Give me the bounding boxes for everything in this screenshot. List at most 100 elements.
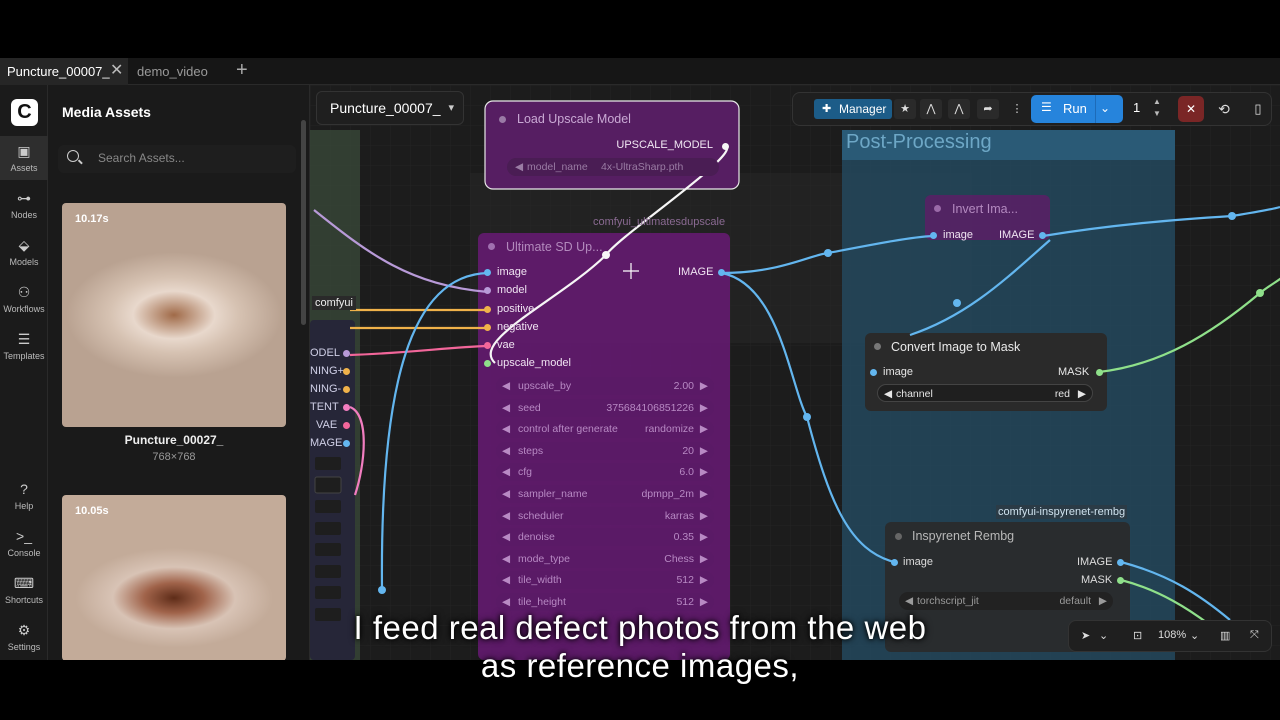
cancel-button[interactable]: ✕: [1178, 96, 1204, 122]
sd-widget-row[interactable]: ◀ control after generate randomize ▶: [496, 420, 714, 439]
batch-stepper[interactable]: ▲ ▼: [1153, 96, 1161, 120]
output-slot[interactable]: [718, 269, 725, 276]
node-collapse-dot[interactable]: [488, 243, 495, 250]
sidebar-item-assets[interactable]: ▣ Assets: [0, 136, 48, 180]
asset-thumbnail[interactable]: [62, 203, 286, 427]
node-collapse-dot[interactable]: [874, 343, 881, 350]
chevron-left-icon[interactable]: ◀: [502, 528, 510, 546]
chevron-right-icon[interactable]: ▶: [700, 528, 708, 546]
sidebar-item-workflows[interactable]: ⚇ Workflows: [0, 277, 48, 321]
sd-widget-row[interactable]: ◀ denoise 0.35 ▶: [496, 528, 714, 547]
chevron-left-icon[interactable]: ◀: [502, 377, 510, 395]
chevron-left-icon[interactable]: ◀: [502, 420, 510, 438]
comfy-logo[interactable]: C: [11, 99, 38, 126]
channel-widget[interactable]: ◀ channel red ▶: [877, 384, 1093, 402]
model-name-widget[interactable]: ◀ model_name 4x-UltraSharp.pth: [507, 158, 719, 176]
output-slot[interactable]: [343, 386, 350, 393]
node-load-upscale-model[interactable]: Load Upscale Model UPSCALE_MODEL ◀ model…: [485, 101, 739, 189]
input-slot[interactable]: [891, 559, 898, 566]
chevron-right-icon[interactable]: ▶: [700, 550, 708, 568]
chevron-left-icon[interactable]: ◀: [502, 550, 510, 568]
sd-widget-row[interactable]: ◀ steps 20 ▶: [496, 441, 714, 460]
chevron-left-icon[interactable]: ◀: [502, 463, 510, 481]
sidebar-item-models[interactable]: ⬙ Models: [0, 230, 48, 274]
input-slot[interactable]: [484, 360, 491, 367]
tab-demo-video[interactable]: demo_video: [130, 58, 208, 85]
sidebar-item-help[interactable]: ? Help: [0, 474, 48, 518]
chevron-right-icon[interactable]: ▶: [1078, 385, 1086, 403]
input-slot[interactable]: [870, 369, 877, 376]
manager-button[interactable]: ✚ Manager: [814, 99, 892, 119]
drag-handle-icon[interactable]: ⋮: [1011, 99, 1023, 119]
queue-alt-icon[interactable]: ⋀: [948, 99, 970, 119]
sd-widget-row[interactable]: ◀ upscale_by 2.00 ▶: [496, 377, 714, 395]
workflow-selector[interactable]: Puncture_00007_ ▾: [316, 91, 464, 125]
chevron-right-icon[interactable]: ▶: [700, 507, 708, 525]
output-slot[interactable]: [343, 422, 350, 429]
chevron-right-icon[interactable]: ▶: [700, 420, 708, 438]
sd-widget-row[interactable]: ◀ seed 375684106851226 ▶: [496, 398, 714, 417]
input-slot[interactable]: [484, 306, 491, 313]
chevron-left-icon[interactable]: ◀: [502, 442, 510, 460]
queue-icon[interactable]: ⋀: [920, 99, 942, 119]
sd-widget-row[interactable]: ◀ mode_type Chess ▶: [496, 549, 714, 568]
output-slot[interactable]: [343, 350, 350, 357]
output-slot[interactable]: [343, 440, 350, 447]
history-icon[interactable]: ⟲: [1211, 96, 1237, 122]
chevron-right-icon[interactable]: ▶: [700, 571, 708, 589]
chevron-right-icon[interactable]: ▶: [1099, 592, 1107, 610]
output-slot[interactable]: [722, 143, 729, 150]
asset-card[interactable]: 10.17s Puncture_00027_ 768×768: [62, 203, 286, 465]
node-convert-image-to-mask[interactable]: Convert Image to Mask image MASK ◀ chann…: [865, 333, 1107, 411]
output-slot[interactable]: [343, 404, 350, 411]
torchscript-widget[interactable]: ◀ torchscript_jit default ▶: [899, 592, 1113, 610]
chevron-right-icon[interactable]: ▶: [700, 485, 708, 503]
sidebar-item-nodes[interactable]: ⊶ Nodes: [0, 183, 48, 227]
close-icon[interactable]: ✕: [110, 58, 123, 84]
node-invert-image[interactable]: Invert Ima... image IMAGE: [925, 195, 1050, 241]
sd-widget-row[interactable]: ◀ cfg 6.0 ▶: [496, 463, 714, 482]
group-title[interactable]: Post-Processing: [846, 131, 992, 154]
batch-count-value[interactable]: 1: [1133, 100, 1140, 115]
output-slot[interactable]: [343, 368, 350, 375]
chevron-left-icon[interactable]: ◀: [884, 385, 892, 403]
input-slot[interactable]: [484, 287, 491, 294]
panel-scrollbar[interactable]: [301, 120, 306, 325]
share-icon[interactable]: ➦: [977, 99, 999, 119]
sd-widget-row[interactable]: ◀ sampler_name dpmpp_2m ▶: [496, 485, 714, 503]
search-input[interactable]: [98, 151, 288, 165]
graph-canvas[interactable]: Puncture_00007_ ▾ Load Upscale Model UPS…: [310, 85, 1280, 660]
sd-widget-row[interactable]: ◀ tile_width 512 ▶: [496, 571, 714, 590]
input-slot[interactable]: [484, 324, 491, 331]
chevron-left-icon[interactable]: ◀: [502, 571, 510, 589]
chevron-left-icon[interactable]: ◀: [502, 399, 510, 417]
sidebar-item-templates[interactable]: ☰ Templates: [0, 324, 48, 368]
chevron-down-icon[interactable]: ▼: [1153, 109, 1161, 118]
chevron-down-icon[interactable]: ⌄: [1100, 101, 1110, 115]
plus-icon[interactable]: +: [236, 58, 248, 83]
chevron-right-icon[interactable]: ▶: [700, 463, 708, 481]
chevron-left-icon[interactable]: ◀: [502, 485, 510, 503]
chevron-left-icon[interactable]: ◀: [502, 507, 510, 525]
node-collapse-dot[interactable]: [934, 205, 941, 212]
input-slot[interactable]: [484, 342, 491, 349]
panel-toggle-icon[interactable]: ▯: [1245, 96, 1271, 122]
star-icon[interactable]: ★: [894, 99, 916, 119]
output-slot[interactable]: [1039, 232, 1046, 239]
input-slot[interactable]: [930, 232, 937, 239]
node-collapse-dot[interactable]: [895, 533, 902, 540]
chevron-right-icon[interactable]: ▶: [700, 399, 708, 417]
chevron-right-icon[interactable]: ▶: [700, 442, 708, 460]
output-slot[interactable]: [1096, 369, 1103, 376]
chevron-left-icon[interactable]: ◀: [905, 592, 913, 610]
tab-puncture[interactable]: Puncture_00007_: [0, 58, 128, 85]
sd-widget-row[interactable]: ◀ scheduler karras ▶: [496, 506, 714, 525]
node-ultimate-sd-upscale[interactable]: Ultimate SD Up... image model positive n…: [478, 233, 730, 660]
sidebar-item-shortcuts[interactable]: ⌨ Shortcuts: [0, 568, 48, 612]
chevron-up-icon[interactable]: ▲: [1153, 97, 1161, 106]
chevron-right-icon[interactable]: ▶: [700, 377, 708, 395]
output-slot[interactable]: [1117, 559, 1124, 566]
input-slot[interactable]: [484, 269, 491, 276]
output-slot[interactable]: [1117, 577, 1124, 584]
run-button[interactable]: ☰ Run ⌄: [1031, 95, 1123, 123]
